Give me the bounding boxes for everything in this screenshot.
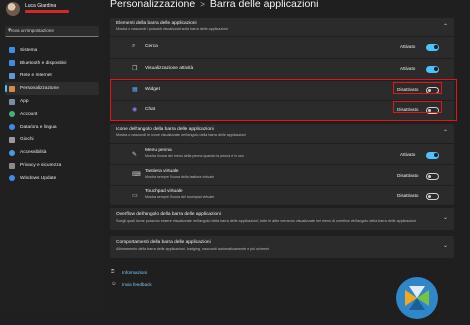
taskbar-items-header[interactable]: Elementi della barra delle applicazioni … [110,18,454,35]
pen-menu-toggle[interactable] [426,152,439,159]
sidebar-item-apps[interactable]: App [5,95,99,108]
sidebar-item-accessibility[interactable]: Accessibilità [5,146,99,159]
sidebar-item-label: Windows Update [20,175,57,181]
logo-mark-icon [396,277,438,319]
pen-icon: ✎ [132,152,138,158]
help-icon: ⍰ [111,269,115,275]
user-profile[interactable]: Luca Giardina [6,2,102,18]
task-view-icon: ❐ [132,66,138,72]
sidebar-nav: Sistema Bluetooth e dispositivi Rete e I… [5,44,99,185]
breadcrumb-parent[interactable]: Personalizzazione [110,0,195,10]
toggle-status: Disattivato [397,193,419,198]
system-icon [9,47,15,54]
setting-row-pen-menu: ✎ Menu penna Mostra l'icona del menu del… [110,144,454,164]
chevron-up-icon[interactable]: ⌃ [443,23,448,30]
sidebar-item-label: Giochi [20,137,34,143]
sidebar-item-label: Account [20,111,38,117]
toggle-status: Disattivato [397,173,419,178]
brush-icon [9,85,15,92]
avatar [6,2,20,16]
touchpad-icon: ▭ [132,193,138,199]
search-icon: ⌕ [8,27,12,33]
sidebar-item-time-language[interactable]: Data/ora e lingua [5,121,99,134]
chevron-down-icon[interactable]: ⌄ [443,214,448,221]
gamepad-icon [9,136,15,143]
setting-label: Visualizzazione attività [145,66,194,71]
setting-description: Mostra sempre l'icona della tastiera vir… [145,175,214,179]
touch-keyboard-toggle[interactable] [426,173,439,180]
highlight-box-chat-toggle [393,101,442,113]
refresh-icon [9,175,15,182]
page-title: Personalizzazione > Barra delle applicazio… [110,0,318,10]
feedback-icon: ☺ [111,281,117,287]
setting-row-touch-keyboard: ⌨ Tastiera virtuale Mostra sempre l'icon… [110,165,454,185]
sidebar-item-sistema[interactable]: Sistema [5,44,99,57]
section-subtitle: Scegli quali icone possono essere visual… [116,219,416,223]
setting-label: Tastiera virtuale [145,169,179,174]
sidebar-item-label: Personalizzazione [20,86,59,92]
search-icon: ⌕ [132,43,136,49]
sidebar-item-bluetooth[interactable]: Bluetooth e dispositivi [5,57,99,70]
search-toggle[interactable] [426,44,439,51]
sidebar: Luca Giardina Trova un'impostazione ⌕ Si… [0,0,104,313]
sidebar-item-personalization[interactable]: Personalizzazione [5,82,99,96]
sidebar-item-windows-update[interactable]: Windows Update [5,172,99,185]
toggle-status: Attivato [400,44,416,49]
setting-label: Menu penna [145,148,172,153]
task-view-toggle[interactable] [426,66,439,73]
profile-name: Luca Giardina [25,3,57,9]
corner-overflow-section[interactable]: Overflow dell'angolo della barra delle a… [110,208,454,230]
sidebar-item-label: Bluetooth e dispositivi [20,60,67,66]
corner-icons-section: Icone dell'angolo della barra delle appl… [110,124,454,205]
section-title: Elementi della barra delle applicazioni [116,21,197,26]
keyboard-icon: ⌨ [132,172,141,178]
apps-icon [9,98,15,105]
section-subtitle: Allineamento della barra delle applicazi… [116,247,270,251]
sidebar-item-network[interactable]: Rete e Internet [5,70,99,83]
sidebar-item-gaming[interactable]: Giochi [5,134,99,147]
sidebar-item-label: Sistema [20,47,38,53]
section-title: Overflow dell'angolo della barra delle a… [116,212,221,217]
setting-description: Mostra sempre l'icona del touchpad virtu… [145,195,215,199]
shield-icon [9,162,15,169]
setting-label: Cerca [145,44,158,49]
corner-icons-header[interactable]: Icone dell'angolo della barra delle appl… [110,124,454,141]
sidebar-item-label: Rete e Internet [20,73,52,79]
setting-label: Touchpad virtuale [145,189,183,194]
sidebar-item-label: Data/ora e lingua [20,124,57,130]
section-title: Comportamenti della barra delle applicaz… [116,240,211,245]
profile-email-redacted [25,10,69,13]
setting-row-search: ⌕ Cerca Attivato [110,37,454,57]
section-subtitle: Mostra o nascondi le icone visualizzate … [116,133,247,137]
feedback-link[interactable]: Invia feedback [122,282,152,287]
watermark-logo [395,276,439,320]
setting-row-task-view: ❐ Visualizzazione attività Attivato [110,59,454,79]
section-subtitle: Mostra o nascondi i pulsanti visualizzat… [116,27,228,31]
accessibility-icon [9,149,15,156]
globe-clock-icon [9,124,15,131]
highlight-box-widget-toggle [393,82,442,94]
toggle-status: Attivato [400,152,416,157]
sidebar-item-label: Privacy e sicurezza [20,163,62,169]
section-title: Icone dell'angolo della barra delle appl… [116,127,214,132]
info-link[interactable]: Informazioni [122,270,147,275]
setting-row-virtual-touchpad: ▭ Touchpad virtuale Mostra sempre l'icon… [110,186,454,205]
breadcrumb-current: Barra delle applicazioni [209,0,319,10]
search-input[interactable]: Trova un'impostazione ⌕ [5,26,99,37]
wifi-icon [9,72,15,79]
setting-description: Mostra l'icona del menu della penna quan… [145,154,244,158]
toggle-status: Attivato [400,66,416,71]
chevron-down-icon[interactable]: ⌄ [443,242,448,249]
bluetooth-icon [9,60,15,67]
person-icon [9,111,15,118]
sidebar-item-account[interactable]: Account [5,108,99,121]
virtual-touchpad-toggle[interactable] [426,193,439,200]
chevron-up-icon[interactable]: ⌃ [443,129,448,136]
sidebar-item-privacy[interactable]: Privacy e sicurezza [5,159,99,172]
sidebar-item-label: App [20,99,29,105]
sidebar-item-label: Accessibilità [20,150,47,156]
taskbar-behaviors-section[interactable]: Comportamenti della barra delle applicaz… [110,236,454,258]
breadcrumb-separator: > [200,0,205,9]
